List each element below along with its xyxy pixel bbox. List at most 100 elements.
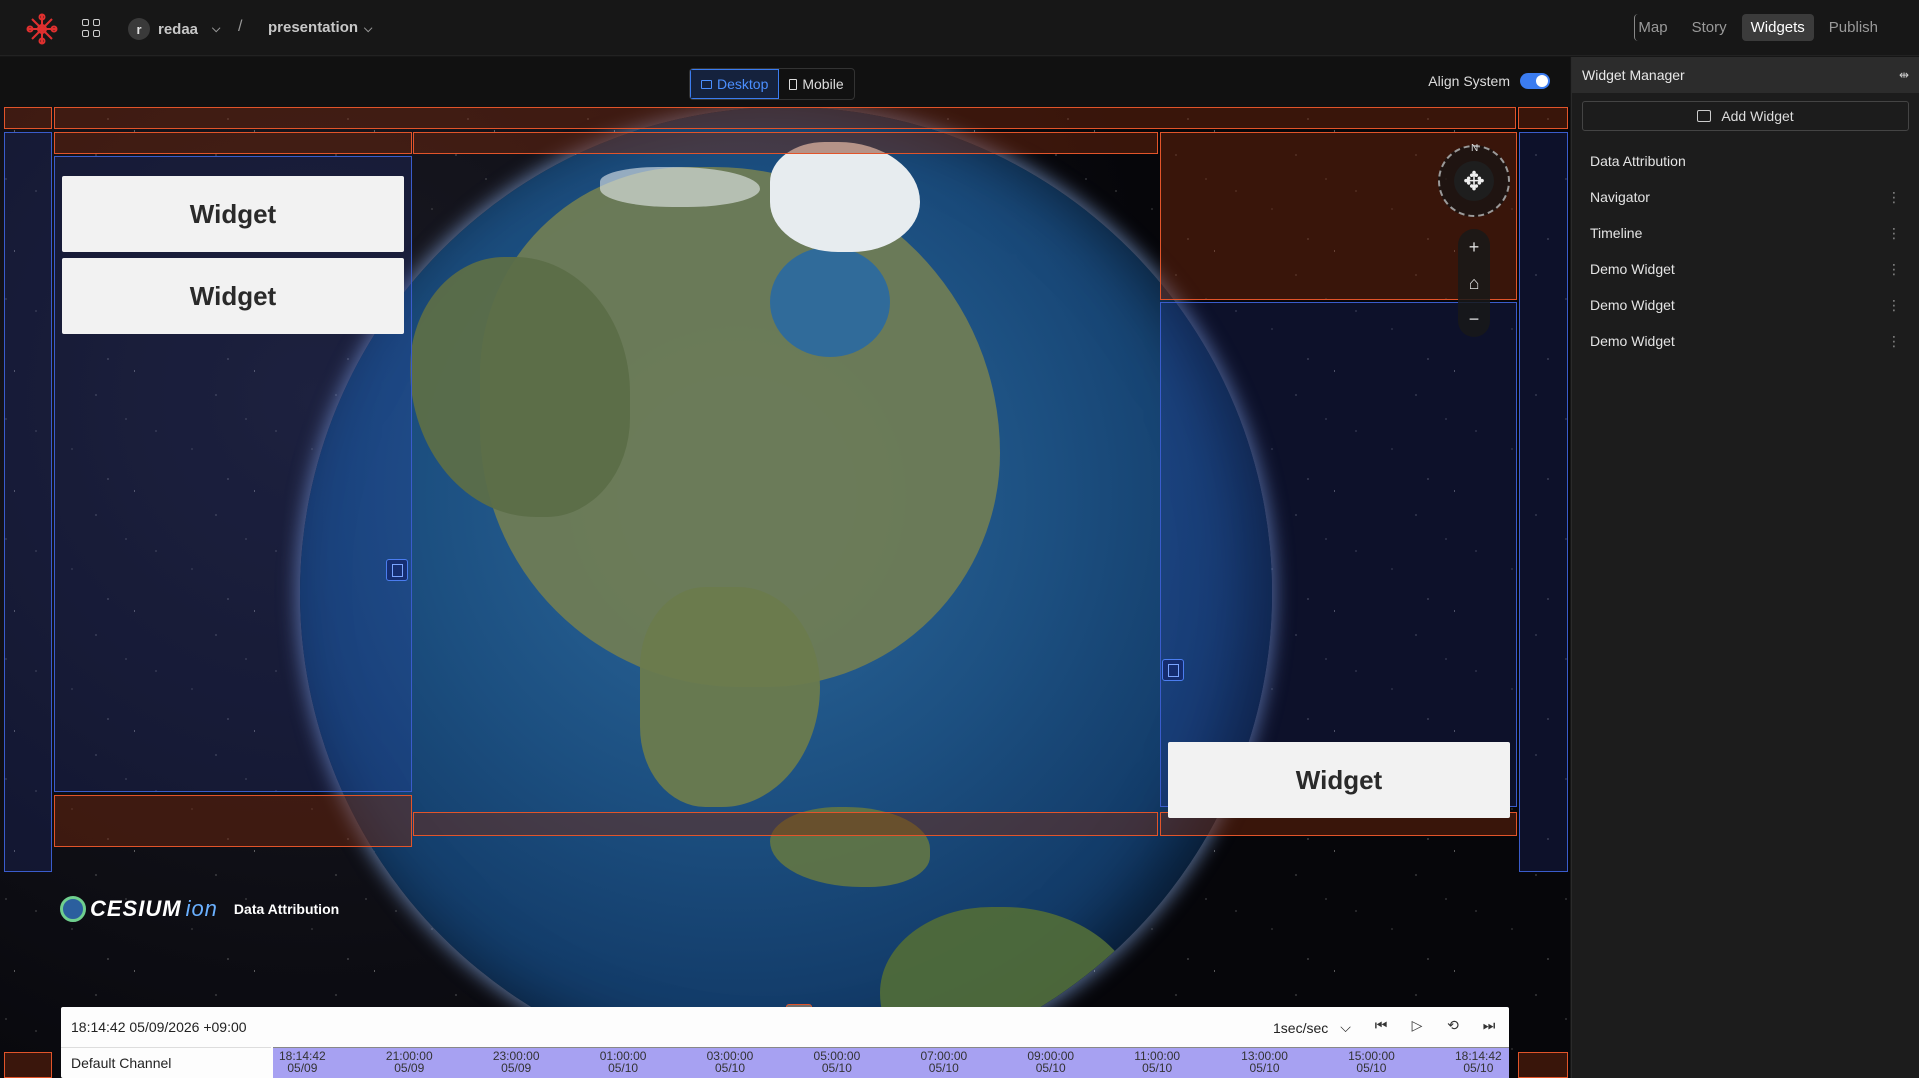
tab-story[interactable]: Story xyxy=(1683,14,1736,41)
zoom-in-button[interactable]: + xyxy=(1469,237,1480,258)
demo-widget-right-1[interactable]: Widget xyxy=(1168,742,1510,818)
widget-item-demo-widget[interactable]: Demo Widget ⋮ xyxy=(1572,287,1919,323)
widget-item-demo-widget[interactable]: Demo Widget ⋮ xyxy=(1572,323,1919,359)
timeline-widget: 18:14:42 05/09/2026 +09:00 1sec/sec ⌵ ⏮ … xyxy=(61,1007,1509,1078)
chevron-down-icon: ⌵ xyxy=(364,23,373,35)
widget-item-data-attribution[interactable]: Data Attribution xyxy=(1572,143,1919,179)
align-system-label: Align System xyxy=(1428,73,1510,89)
align-zone-top-right-corner xyxy=(1518,107,1568,129)
editor-canvas: Desktop Mobile Align System Widget Widge… xyxy=(0,57,1570,1078)
mobile-icon xyxy=(789,78,798,90)
align-system-toggle[interactable] xyxy=(1520,73,1550,89)
timeline-ruler[interactable]: 18:14:42 05/09 21:00:00 05/09 23:00:00 05/09 0… xyxy=(273,1047,1509,1078)
left-column-resize-handle[interactable] xyxy=(386,559,408,581)
timeline-tick: 03:00:00 05/10 xyxy=(706,1049,754,1075)
workspace-selector[interactable]: r redaa ⌵ xyxy=(128,18,220,40)
align-system: Align System xyxy=(1428,73,1550,89)
chevron-down-icon: ⌵ xyxy=(1340,1019,1351,1035)
align-zone-bottom-left-corner xyxy=(4,1052,52,1078)
breadcrumb-separator: / xyxy=(238,18,243,35)
more-icon[interactable]: ⋮ xyxy=(1887,333,1901,350)
compass[interactable]: N ✥ xyxy=(1438,143,1510,217)
add-widget-button[interactable]: Add Widget xyxy=(1582,101,1909,131)
timeline-tick: 21:00:00 05/09 xyxy=(385,1049,433,1075)
timeline-tick: 13:00:00 05/10 xyxy=(1241,1049,1288,1075)
workspace-avatar: r xyxy=(128,18,150,40)
navigator-widget: N ✥ xyxy=(1438,143,1510,217)
timeline-controls: ⏮ ▷ ⟲ ⏭ xyxy=(1371,1015,1499,1035)
more-icon[interactable]: ⋮ xyxy=(1887,261,1901,278)
align-zone-left-outer xyxy=(4,132,52,872)
align-zone-top-left-corner xyxy=(4,107,52,129)
align-zone-bottom-center xyxy=(413,812,1158,836)
desktop-button[interactable]: Desktop xyxy=(690,69,780,99)
timeline-tick: 23:00:00 05/09 xyxy=(492,1049,540,1075)
align-zone-right-column xyxy=(1160,302,1517,807)
align-zone-top xyxy=(54,107,1516,129)
app-logo-icon[interactable] xyxy=(26,13,58,45)
pin-icon[interactable]: ⇹ xyxy=(1899,68,1909,82)
align-zone-inner-top-left xyxy=(54,132,412,154)
panel-header: Widget Manager ⇹ xyxy=(1572,57,1919,93)
timeline-tick: 18:14:42 05/09 xyxy=(279,1049,326,1075)
loop-icon[interactable]: ⟲ xyxy=(1443,1015,1463,1035)
timeline-tick: 05:00:00 05/10 xyxy=(813,1049,861,1075)
widget-manager-panel: Widget Manager ⇹ Add Widget Data Attribu… xyxy=(1571,57,1919,1078)
align-zone-bottom-right-corner xyxy=(1518,1052,1568,1078)
skip-forward-icon[interactable]: ⏭ xyxy=(1479,1015,1499,1035)
cesium-logo-suffix: ion xyxy=(185,896,218,921)
cesium-logo-icon xyxy=(60,896,86,922)
data-attribution-label: Data Attribution xyxy=(233,901,340,917)
add-widget-icon xyxy=(1697,110,1712,122)
earth-globe[interactable] xyxy=(300,107,1272,1078)
compass-north-label: N xyxy=(1471,143,1479,154)
desktop-icon xyxy=(701,79,712,89)
timeline-channel-label: Default Channel xyxy=(61,1047,271,1078)
data-attribution-bar[interactable]: CESIUM ion Data Attribution xyxy=(60,896,339,922)
widget-item-navigator[interactable]: Navigator ⋮ xyxy=(1572,179,1919,215)
project-selector[interactable]: presentation ⌵ xyxy=(268,19,372,36)
timeline-tick: 15:00:00 05/10 xyxy=(1348,1049,1395,1075)
tab-widgets[interactable]: Widgets xyxy=(1741,14,1814,41)
move-arrows-icon[interactable]: ✥ xyxy=(1454,161,1494,201)
workspace-name: redaa xyxy=(158,20,199,38)
mobile-button[interactable]: Mobile xyxy=(779,69,853,99)
play-icon[interactable]: ▷ xyxy=(1407,1015,1427,1035)
demo-widget-left-2[interactable]: Widget xyxy=(62,258,404,334)
align-zone-bottom-left xyxy=(54,795,412,847)
more-icon[interactable]: ⋮ xyxy=(1887,297,1901,314)
more-icon[interactable]: ⋮ xyxy=(1887,225,1901,242)
align-zone-inner-top-center xyxy=(413,132,1158,154)
right-column-resize-handle[interactable] xyxy=(1162,659,1184,681)
cesium-logo-text: CESIUM xyxy=(90,896,182,921)
tab-map[interactable]: Map xyxy=(1634,14,1676,41)
playback-speed-select[interactable]: 1sec/sec ⌵ xyxy=(1273,1019,1351,1036)
main-nav: Map Story Widgets Publish xyxy=(1634,14,1887,41)
timeline-tick: 18:14:42 05/10 xyxy=(1455,1049,1502,1075)
device-toggle: Desktop Mobile xyxy=(689,68,855,100)
tab-publish[interactable]: Publish xyxy=(1820,14,1887,41)
demo-widget-left-1[interactable]: Widget xyxy=(62,176,404,252)
more-icon[interactable]: ⋮ xyxy=(1887,189,1901,206)
playback-speed-value: 1sec/sec xyxy=(1273,1019,1329,1036)
timeline-current-time: 18:14:42 05/09/2026 +09:00 xyxy=(71,1019,247,1035)
widget-item-timeline[interactable]: Timeline ⋮ xyxy=(1572,215,1919,251)
add-widget-label: Add Widget xyxy=(1721,108,1794,124)
panel-title: Widget Manager xyxy=(1582,67,1685,83)
timeline-tick: 01:00:00 05/10 xyxy=(599,1049,647,1075)
timeline-tick: 07:00:00 05/10 xyxy=(920,1049,968,1075)
align-zone-right-outer xyxy=(1519,132,1568,872)
zoom-controls: + ⌂ − xyxy=(1458,229,1490,337)
widget-item-demo-widget[interactable]: Demo Widget ⋮ xyxy=(1572,251,1919,287)
apps-grid-icon[interactable] xyxy=(82,19,100,37)
top-bar: r redaa ⌵ / presentation ⌵ Map Story Widg… xyxy=(0,0,1919,56)
chevron-down-icon: ⌵ xyxy=(212,22,221,35)
map-viewport[interactable]: Widget Widget Widget N ✥ + ⌂ − xyxy=(0,107,1570,1078)
cesium-ion-logo: CESIUM ion xyxy=(60,896,218,922)
zoom-out-button[interactable]: − xyxy=(1469,309,1480,330)
project-name: presentation xyxy=(268,19,359,36)
home-icon[interactable]: ⌂ xyxy=(1469,273,1480,294)
timeline-tick: 09:00:00 05/10 xyxy=(1027,1049,1075,1075)
skip-back-icon[interactable]: ⏮ xyxy=(1371,1015,1391,1035)
timeline-tick: 11:00:00 05/10 xyxy=(1134,1049,1181,1075)
